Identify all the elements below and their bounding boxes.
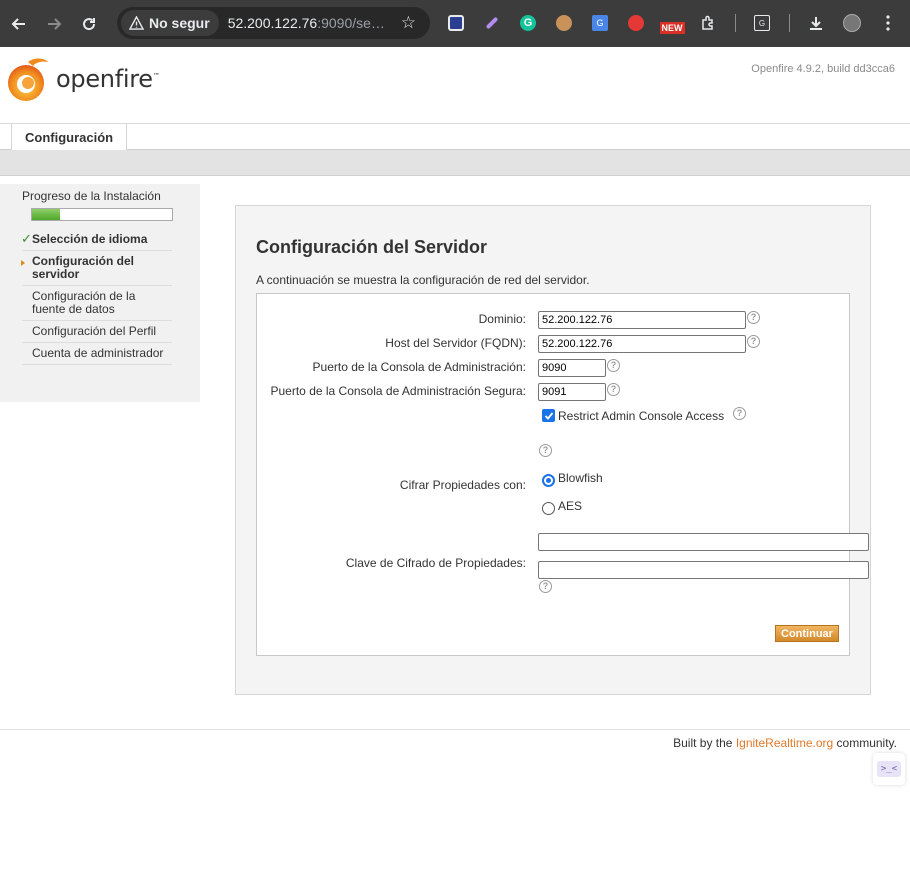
secure-port-input[interactable] bbox=[538, 383, 606, 401]
tab-configuracion[interactable]: Configuración bbox=[11, 124, 128, 150]
encryption-key-confirm-input[interactable] bbox=[538, 561, 869, 579]
server-settings-form: Dominio: ? Host del Servidor (FQDN): ? P… bbox=[256, 293, 869, 656]
continue-button[interactable]: Continuar bbox=[775, 625, 839, 642]
extension-icon-1[interactable] bbox=[446, 13, 466, 33]
new-badge-extension-icon[interactable]: NEW bbox=[659, 13, 685, 34]
domain-input[interactable] bbox=[538, 311, 746, 329]
security-chip[interactable]: No segur bbox=[121, 10, 219, 36]
current-step-arrow-icon bbox=[21, 260, 25, 266]
installation-progress-bar bbox=[31, 208, 173, 221]
page-description: A continuación se muestra la configuraci… bbox=[256, 273, 590, 287]
extension-icon-2[interactable] bbox=[482, 13, 502, 33]
checkmark-icon: ✓ bbox=[21, 231, 32, 246]
floating-extension-widget[interactable]: >_< bbox=[873, 753, 905, 785]
sub-navigation-bar bbox=[0, 150, 910, 176]
step-admin-account: Cuenta de administrador bbox=[22, 343, 172, 365]
grammarly-icon[interactable]: G bbox=[518, 13, 538, 33]
server-settings-panel: Configuración del Servidor A continuació… bbox=[235, 205, 871, 695]
admin-port-help-icon[interactable]: ? bbox=[607, 359, 620, 372]
reload-button[interactable] bbox=[73, 8, 105, 40]
fqdn-label: Host del Servidor (FQDN): bbox=[385, 336, 526, 350]
ignite-realtime-link[interactable]: IgniteRealtime.org bbox=[736, 736, 833, 750]
back-button[interactable] bbox=[3, 8, 35, 40]
step-label: Cuenta de administrador bbox=[32, 346, 164, 360]
profile-avatar[interactable] bbox=[842, 13, 862, 33]
reload-icon bbox=[83, 17, 96, 30]
secure-port-label: Puerto de la Consola de Administración S… bbox=[270, 384, 527, 398]
back-arrow-icon bbox=[11, 17, 25, 30]
restrict-help-icon[interactable]: ? bbox=[733, 407, 746, 420]
step-language-selection: ✓ Selección de idioma bbox=[21, 229, 172, 251]
toolbar-separator bbox=[735, 14, 736, 32]
step-server-configuration: Configuración del servidor bbox=[21, 251, 172, 286]
address-bar[interactable]: No segur 52.200.122.76:9090/se… ☆ bbox=[117, 7, 430, 39]
step-label: Configuración de la fuente de datos bbox=[32, 289, 136, 316]
browser-toolbar: No segur 52.200.122.76:9090/se… ☆ G G NE… bbox=[0, 0, 910, 47]
blowfish-label[interactable]: Blowfish bbox=[558, 471, 603, 485]
domain-help-icon[interactable]: ? bbox=[747, 311, 760, 324]
forward-button[interactable] bbox=[38, 8, 70, 40]
url-path: :9090/se… bbox=[317, 15, 385, 31]
download-icon[interactable] bbox=[806, 13, 826, 33]
sidebar-title: Progreso de la Instalación bbox=[22, 189, 161, 203]
aes-radio[interactable] bbox=[542, 502, 555, 515]
admin-port-label: Puerto de la Consola de Administración: bbox=[312, 360, 526, 374]
page-footer: Built by the IgniteRealtime.org communit… bbox=[0, 729, 910, 750]
encryption-key-input[interactable] bbox=[538, 533, 869, 551]
installation-sidebar: Progreso de la Instalación ✓ Selección d… bbox=[0, 184, 200, 402]
footer-suffix: community. bbox=[833, 736, 897, 750]
openfire-logo: openfire™ bbox=[6, 56, 160, 102]
google-translate-icon[interactable]: G bbox=[752, 13, 772, 33]
step-label: Selección de idioma bbox=[32, 232, 148, 246]
encryption-help-icon[interactable]: ? bbox=[539, 444, 552, 457]
fqdn-input[interactable] bbox=[538, 335, 746, 353]
floating-widget-icon: >_< bbox=[876, 761, 902, 777]
openfire-wordmark: openfire™ bbox=[56, 65, 160, 93]
logo-text: openfire bbox=[56, 65, 153, 93]
encryption-key-help-icon[interactable]: ? bbox=[539, 580, 552, 593]
translate-extension-icon[interactable]: G bbox=[590, 13, 610, 33]
menu-kebab-icon[interactable] bbox=[878, 13, 898, 33]
restrict-admin-label[interactable]: Restrict Admin Console Access bbox=[558, 409, 724, 423]
extensions-puzzle-icon[interactable] bbox=[698, 13, 718, 33]
step-profile-configuration: Configuración del Perfil bbox=[22, 321, 172, 343]
openfire-flame-icon bbox=[8, 58, 48, 101]
checkmark-icon bbox=[544, 411, 553, 420]
admin-port-input[interactable] bbox=[538, 359, 606, 377]
tab-bar: Configuración bbox=[0, 124, 910, 150]
aes-label[interactable]: AES bbox=[558, 499, 582, 513]
installation-steps: ✓ Selección de idioma Configuración del … bbox=[21, 229, 172, 365]
version-label: Openfire 4.9.2, build dd3cca6 bbox=[751, 63, 895, 75]
toolbar-separator bbox=[789, 14, 790, 32]
url-host: 52.200.122.76 bbox=[227, 15, 318, 31]
warning-icon bbox=[129, 16, 144, 30]
restrict-admin-checkbox[interactable] bbox=[542, 409, 555, 422]
progress-fill bbox=[32, 209, 60, 220]
security-label: No segur bbox=[149, 15, 210, 31]
domain-label: Dominio: bbox=[478, 312, 526, 326]
fqdn-help-icon[interactable]: ? bbox=[747, 335, 760, 348]
logo-tm: ™ bbox=[152, 72, 160, 80]
encryption-key-label: Clave de Cifrado de Propiedades: bbox=[345, 556, 526, 570]
footer-prefix: Built by the bbox=[673, 736, 736, 750]
page-title: Configuración del Servidor bbox=[256, 237, 488, 257]
forward-arrow-icon bbox=[48, 17, 62, 30]
extension-icon-4[interactable] bbox=[554, 13, 574, 33]
encrypt-properties-label: Cifrar Propiedades con: bbox=[399, 478, 526, 492]
step-label: Configuración del Perfil bbox=[32, 324, 157, 338]
secure-port-help-icon[interactable]: ? bbox=[607, 383, 620, 396]
footer-text: Built by the IgniteRealtime.org communit… bbox=[673, 736, 897, 750]
step-datasource-configuration: Configuración de la fuente de datos bbox=[22, 286, 172, 321]
page-header: openfire™ Openfire 4.9.2, build dd3cca6 bbox=[0, 47, 910, 124]
tomato-extension-icon[interactable] bbox=[626, 13, 646, 33]
blowfish-radio[interactable] bbox=[542, 474, 555, 487]
bookmark-star-icon[interactable]: ☆ bbox=[401, 13, 416, 33]
step-label: Configuración del servidor bbox=[32, 254, 134, 281]
url-text: 52.200.122.76:9090/se… bbox=[228, 15, 388, 31]
